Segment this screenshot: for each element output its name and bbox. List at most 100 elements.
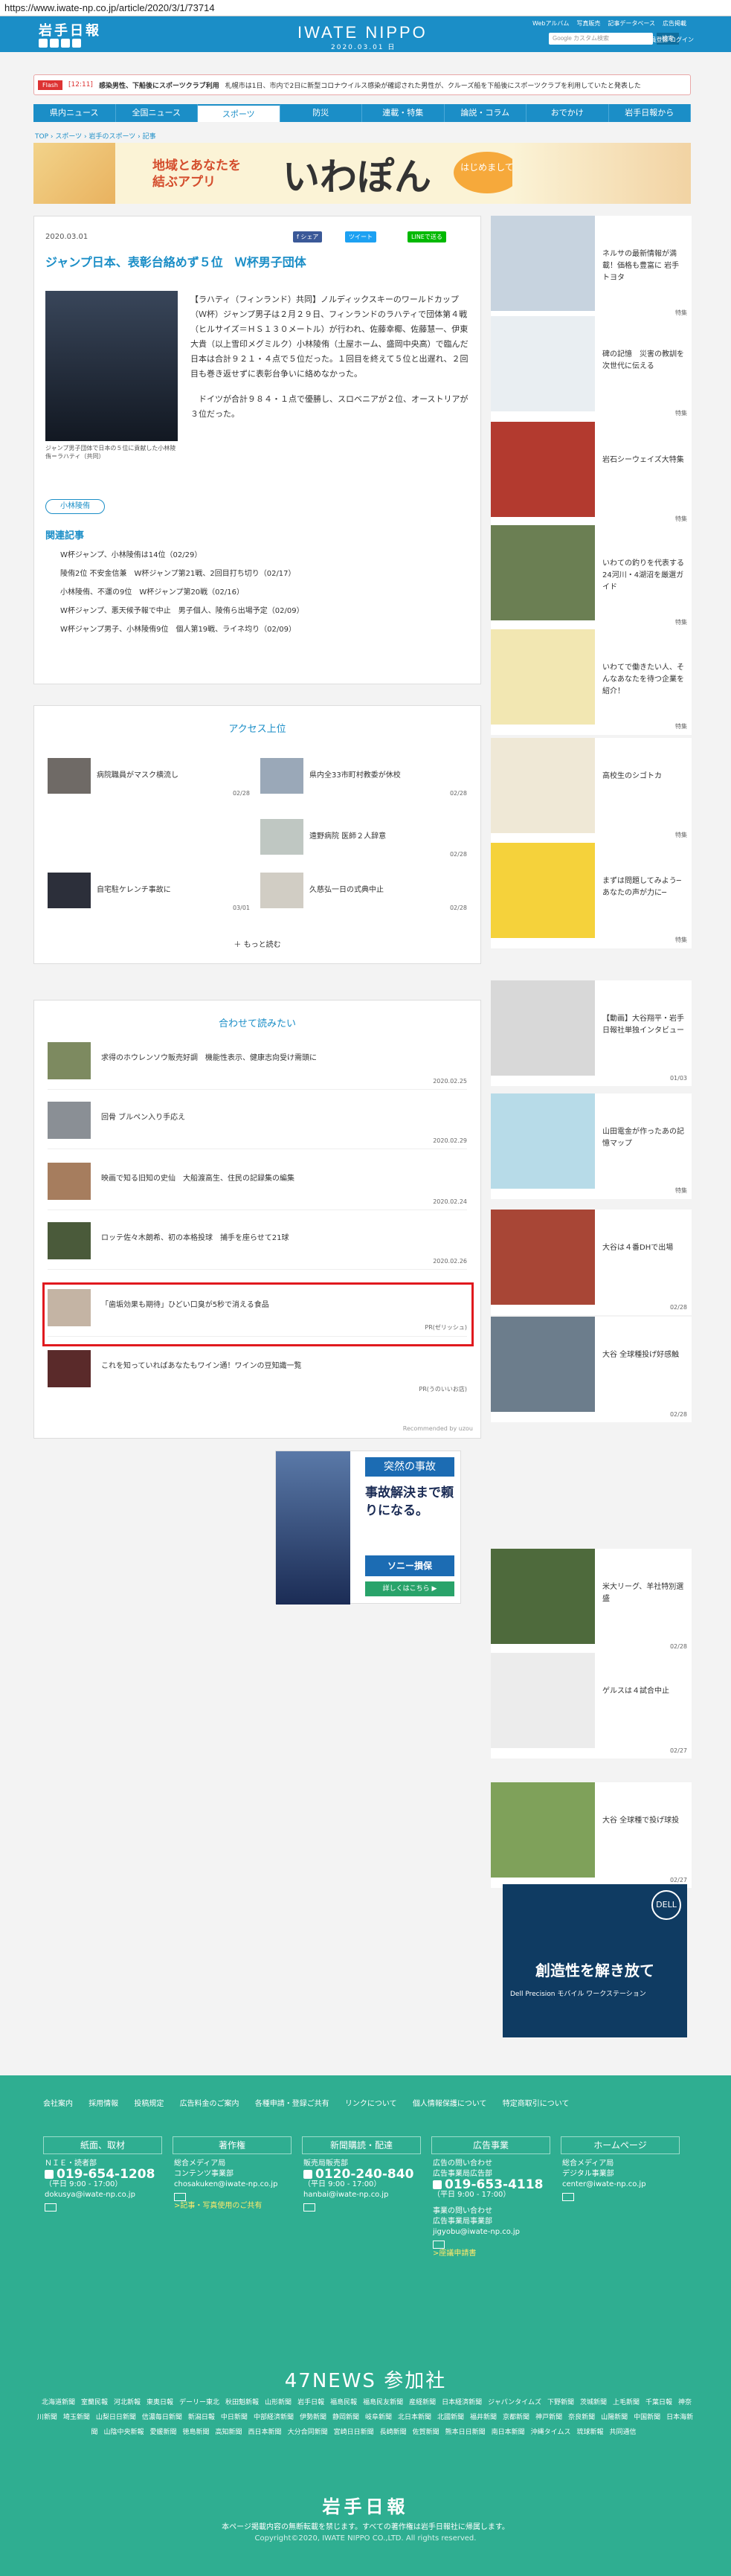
news47-member-link[interactable]: 北海道新聞 — [42, 2399, 75, 2406]
news47-member-link[interactable]: 中日新聞 — [221, 2414, 248, 2421]
email-link[interactable]: center@iwate-np.co.jp — [562, 2180, 680, 2190]
instagram-icon[interactable] — [72, 39, 81, 48]
list-item[interactable]: 回骨 ブルペン入り手応え 2020.02.29 — [48, 1099, 467, 1149]
related-link[interactable]: W杯ジャンプ男子、小林陵侑9位 個人第19戦、ライネ均り（02/09） — [60, 623, 304, 641]
mail-icon[interactable] — [174, 2193, 186, 2201]
news47-member-link[interactable]: 東奥日報 — [146, 2399, 173, 2406]
news47-member-link[interactable]: 山形新聞 — [265, 2399, 292, 2406]
youtube-icon[interactable] — [61, 39, 70, 48]
news47-member-link[interactable]: 室蘭民報 — [81, 2399, 108, 2406]
url-bar[interactable]: https://www.iwate-np.co.jp/article/2020/… — [0, 0, 731, 16]
sidebar-item[interactable]: 山田電金が作ったあの記憶マップ 特集 — [491, 1093, 692, 1199]
register-link[interactable]: 会員登録 — [644, 36, 668, 43]
insurance-ad[interactable]: 突然の事故 事故解決まで頼りになる。 ソニー損保 詳しくはこちら ▶ — [275, 1451, 461, 1605]
sidebar-item[interactable]: いわての釣りを代表する24河川・4湖沼を厳選ガイド 特集 — [491, 525, 692, 631]
related-link[interactable]: W杯ジャンプ、悪天候予報で中止 男子個人、陵侑ら出場予定（02/09） — [60, 604, 304, 623]
recommend-provider[interactable]: Recommended by uzou — [403, 1425, 473, 1432]
nav-column[interactable]: 論説・コラム — [445, 104, 526, 122]
news47-member-link[interactable]: 共同通信 — [610, 2429, 637, 2436]
mail-icon[interactable] — [433, 2241, 445, 2249]
footer-link[interactable]: 会社案内 — [43, 2100, 73, 2108]
news47-member-link[interactable]: 福井新聞 — [470, 2414, 497, 2421]
news47-member-link[interactable]: 秋田魁新報 — [225, 2399, 259, 2406]
facebook-share-button[interactable]: f シェア — [293, 231, 323, 242]
news47-member-link[interactable]: 西日本新聞 — [248, 2429, 282, 2436]
twitter-icon[interactable] — [39, 39, 48, 48]
news47-member-link[interactable]: 新潟日報 — [188, 2414, 215, 2421]
news47-member-link[interactable]: 奈良新聞 — [568, 2414, 595, 2421]
news47-member-link[interactable]: 下野新聞 — [547, 2399, 574, 2406]
sidebar-item[interactable]: 米大リーグ、羊社特別選盛 02/28 — [491, 1549, 692, 1654]
list-item[interactable]: 求得のホウレンソウ販売好調 機能性表示、健康志向受け需頭に 2020.02.25 — [48, 1039, 467, 1090]
sidebar-item[interactable]: ゲルスは４試合中止 02/27 — [491, 1653, 692, 1758]
sidebar-item[interactable]: 大谷は４番DHで出場 02/28 — [491, 1210, 692, 1315]
list-item[interactable]: 病院職員がマスク横流し 02/28 — [48, 758, 250, 797]
breadcrumb[interactable]: TOP › スポーツ › 岩手のスポーツ › 記事 — [35, 131, 156, 141]
news47-member-link[interactable]: 長崎新聞 — [380, 2429, 407, 2436]
email-link[interactable]: chosakuken@iwate-np.co.jp — [174, 2180, 292, 2190]
nav-series[interactable]: 連載・特集 — [362, 104, 445, 122]
email-link[interactable]: jigyobu@iwate-np.co.jp — [433, 2227, 550, 2238]
brand-name[interactable]: IWATE NIPPO — [297, 23, 428, 42]
list-item[interactable]: 県内全33市町村教委が休校 02/28 — [260, 758, 467, 797]
news47-member-link[interactable]: 岩手日報 — [297, 2399, 324, 2406]
flash-news-bar[interactable]: Flash [12:11] 感染男性、下船後にスポーツクラブ利用 札幌市は1日、… — [33, 74, 691, 95]
email-link[interactable]: hanbai@iwate-np.co.jp — [303, 2190, 421, 2200]
nav-sports[interactable]: スポーツ — [198, 104, 280, 122]
sidebar-item[interactable]: 高校生のシゴトカ 特集 — [491, 738, 692, 844]
nav-local[interactable]: 県内ニュース — [33, 104, 116, 122]
news47-member-link[interactable]: 北日本新聞 — [398, 2414, 431, 2421]
flash-headline[interactable]: 感染男性、下船後にスポーツクラブ利用 — [99, 80, 219, 90]
news47-member-link[interactable]: 伊勢新聞 — [300, 2414, 326, 2421]
news47-member-link[interactable]: 神戸新聞 — [535, 2414, 562, 2421]
news47-member-link[interactable]: 南日本新聞 — [492, 2429, 525, 2436]
header-link-ad[interactable]: 広告掲載 — [663, 19, 686, 28]
footer-link[interactable]: 投稿規定 — [134, 2100, 164, 2108]
sidebar-item[interactable]: 碑の記憶 災害の教訓を次世代に伝える 特集 — [491, 316, 692, 422]
login-link[interactable]: ログイン — [670, 36, 694, 43]
list-item[interactable]: ロッテ佐々木朗希、初の本格投球 捕手を座らせて21球 2020.02.26 — [48, 1219, 467, 1270]
tweet-button[interactable]: ツイート — [345, 231, 376, 242]
news47-member-link[interactable]: 日本経済新聞 — [442, 2399, 482, 2406]
news47-member-link[interactable]: 徳島新聞 — [183, 2429, 210, 2436]
dell-ad[interactable]: DELL 創造性を解き放て Dell Precision モバイル ワークステー… — [503, 1884, 687, 2037]
news47-member-link[interactable]: 山陽新聞 — [601, 2414, 628, 2421]
list-item[interactable]: 映画で知る旧知の史仙 大船渡高生、住民の記録集の編集 2020.02.24 — [48, 1160, 467, 1210]
footer-link[interactable]: 特定商取引について — [503, 2100, 570, 2108]
related-link[interactable]: 陵侑2位 不安金信兼 W杯ジャンプ第21戦、2回目打ち切り（02/17） — [60, 567, 304, 585]
news47-member-link[interactable]: 上毛新聞 — [613, 2399, 640, 2406]
footer-logo[interactable]: 岩手日報 — [0, 2492, 731, 2518]
list-item[interactable]: 遠野病院 医師２人辞意 02/28 — [260, 819, 467, 858]
news47-member-link[interactable]: 熊本日日新聞 — [445, 2429, 486, 2436]
list-item[interactable]: 自宅駐ケレンチ事故に 03/01 — [48, 873, 250, 911]
email-link[interactable]: dokusya@iwate-np.co.jp — [45, 2190, 162, 2200]
header-link-album[interactable]: Webアルバム — [532, 19, 569, 28]
header-link-database[interactable]: 記事データベース — [608, 19, 655, 28]
news47-member-link[interactable]: 中国新聞 — [634, 2414, 660, 2421]
list-item[interactable]: 久慈弘一日の式典中止 02/28 — [260, 873, 467, 911]
sponsored-item[interactable]: これを知っていればあなたもワイン通！ワインの豆知識一覧 PR(うのいいお店) — [48, 1347, 467, 1398]
app-banner[interactable]: 地域とあなたを 結ぶアプリ いわぽん はじめまして — [33, 143, 691, 204]
news47-member-link[interactable]: 福島民友新聞 — [363, 2399, 403, 2406]
search-input[interactable]: Google カスタム検索 — [549, 33, 653, 45]
mail-icon[interactable] — [45, 2203, 57, 2212]
news47-member-link[interactable]: 中部経済新聞 — [254, 2414, 294, 2421]
ad-link-button[interactable]: 詳しくはこちら ▶ — [365, 1581, 454, 1596]
facebook-icon[interactable] — [50, 39, 59, 48]
news47-member-link[interactable]: 静岡新聞 — [332, 2414, 359, 2421]
article-photo[interactable] — [45, 291, 178, 441]
sidebar-item[interactable]: 岩石シーウェイズ大特集 特集 — [491, 422, 692, 527]
nav-from-nippo[interactable]: 岩手日報から — [609, 104, 691, 122]
news47-member-link[interactable]: 北國新聞 — [437, 2414, 464, 2421]
news47-member-link[interactable]: 福島民報 — [330, 2399, 357, 2406]
news47-member-link[interactable]: 信濃毎日新聞 — [142, 2414, 182, 2421]
line-share-button[interactable]: LINEで送る — [408, 231, 446, 242]
nav-disaster[interactable]: 防災 — [280, 104, 362, 122]
nav-national[interactable]: 全国ニュース — [116, 104, 198, 122]
related-link[interactable]: W杯ジャンプ、小林陵侑は14位（02/29） — [60, 548, 304, 567]
news47-member-link[interactable]: 茨城新聞 — [580, 2399, 607, 2406]
footer-link[interactable]: 各種申請・登録ご共有 — [255, 2100, 329, 2108]
sidebar-item[interactable]: 【動画】大谷翔平・岩手日報社単独インタビュー 01/03 — [491, 980, 692, 1086]
footer-link[interactable]: 採用情報 — [88, 2100, 118, 2108]
event-link[interactable]: >座議申請書 — [433, 2249, 550, 2259]
